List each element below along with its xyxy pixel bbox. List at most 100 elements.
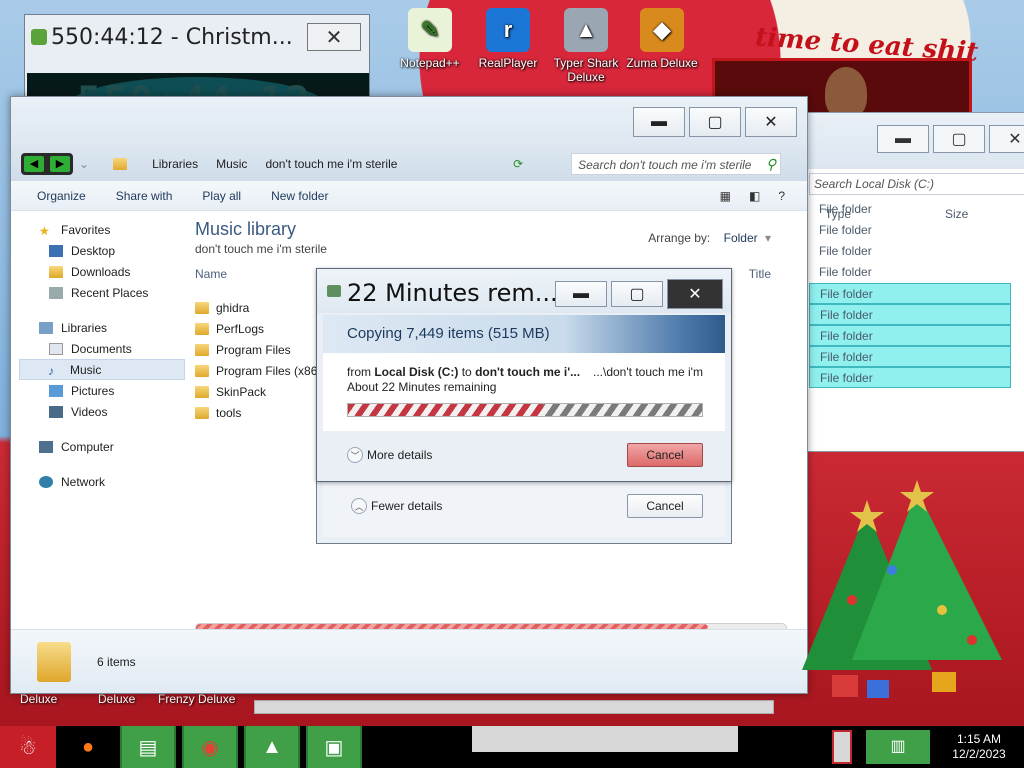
system-tray[interactable]: ▥ bbox=[866, 730, 930, 764]
preview-pane-icon[interactable]: ◧ bbox=[749, 189, 760, 203]
status-bar: 6 items bbox=[11, 629, 807, 693]
column-type[interactable]: Type bbox=[825, 207, 945, 232]
taskbar-chrome[interactable]: ◉ bbox=[182, 726, 238, 768]
desktop-icon-notepadpp[interactable]: ✎ Notepad++ bbox=[392, 8, 468, 70]
organize-menu[interactable]: Organize bbox=[37, 189, 86, 203]
desktop-icon-label[interactable]: Deluxe bbox=[20, 692, 57, 706]
close-button[interactable]: ✕ bbox=[307, 23, 361, 51]
file-row[interactable]: Program Files bbox=[195, 339, 321, 360]
share-with-menu[interactable]: Share with bbox=[116, 189, 173, 203]
nav-recent-places[interactable]: Recent Places bbox=[11, 282, 189, 303]
desktop-icon-realplayer[interactable]: r RealPlayer bbox=[470, 8, 546, 70]
file-row[interactable]: Program Files (x86) bbox=[195, 360, 321, 381]
view-options-icon[interactable]: ▦ bbox=[720, 189, 731, 203]
nav-videos[interactable]: Videos bbox=[11, 401, 189, 422]
explorer-titlebar[interactable]: ▬ ▢ ✕ bbox=[11, 97, 807, 147]
cancel-button[interactable]: Cancel bbox=[627, 443, 703, 467]
nav-label: Libraries bbox=[61, 320, 108, 335]
new-folder-button[interactable]: New folder bbox=[271, 189, 328, 203]
forward-icon[interactable]: ▶ bbox=[50, 156, 70, 172]
nav-libraries[interactable]: Libraries bbox=[11, 317, 189, 338]
desktop-icon-label: RealPlayer bbox=[478, 56, 538, 70]
cancel-button[interactable]: Cancel bbox=[627, 494, 703, 518]
desktop-icon-zuma[interactable]: ◆ Zuma Deluxe bbox=[624, 8, 700, 70]
nav-downloads[interactable]: Downloads bbox=[11, 261, 189, 282]
file-name: tools bbox=[216, 405, 242, 420]
arrange-dropdown[interactable]: Folder bbox=[724, 231, 758, 245]
taskbar-tree-app[interactable]: ▲ bbox=[244, 726, 300, 768]
history-dropdown-icon[interactable]: ⌄ bbox=[79, 157, 89, 171]
file-row[interactable]: ghidra bbox=[195, 297, 321, 318]
desktop-icon-typer-shark[interactable]: ▲ Typer Shark Deluxe bbox=[548, 8, 624, 84]
file-row[interactable]: File folder bbox=[809, 283, 1011, 304]
column-name[interactable]: Name bbox=[195, 267, 227, 288]
breadcrumb-item[interactable]: Libraries bbox=[152, 157, 198, 171]
search-input[interactable]: Search don't touch me i'm sterile ⚲ bbox=[571, 153, 782, 175]
folder-icon: ▤ bbox=[138, 736, 158, 759]
destination-link[interactable]: don't touch me i'... bbox=[475, 365, 580, 379]
desktop-icon-label[interactable]: Deluxe bbox=[98, 692, 135, 706]
folder-icon bbox=[195, 406, 209, 419]
file-row[interactable]: File folder bbox=[809, 367, 1011, 388]
file-row[interactable]: File folder bbox=[807, 241, 1024, 262]
maximize-button[interactable]: ▢ bbox=[933, 125, 985, 153]
desktop-icon-label[interactable]: Frenzy Deluxe bbox=[158, 692, 235, 706]
nav-network[interactable]: Network bbox=[11, 471, 189, 492]
desktop-icon bbox=[49, 244, 63, 257]
more-details-button[interactable]: ﹀ More details bbox=[347, 447, 432, 463]
ornament bbox=[847, 595, 857, 605]
taskbar-empty-slot bbox=[472, 726, 738, 752]
play-all-button[interactable]: Play all bbox=[202, 189, 241, 203]
breadcrumb-item[interactable]: don't touch me i'm sterile bbox=[265, 157, 397, 171]
file-row[interactable]: File folder bbox=[809, 304, 1011, 325]
chrome-icon: ◉ bbox=[201, 736, 219, 759]
minimize-button[interactable]: ▬ bbox=[633, 107, 685, 137]
breadcrumb[interactable]: Libraries Music don't touch me i'm steri… bbox=[113, 152, 503, 176]
source-link[interactable]: Local Disk (C:) bbox=[374, 365, 458, 379]
help-icon[interactable]: ? bbox=[778, 189, 785, 203]
search-input[interactable]: Search Local Disk (C:) bbox=[809, 173, 1024, 195]
background-titlebar[interactable]: ▬ ▢ ✕ bbox=[807, 113, 1024, 169]
refresh-icon[interactable]: ⟳ bbox=[513, 157, 523, 171]
nav-music[interactable]: ♪ Music bbox=[19, 359, 185, 380]
column-size[interactable]: Size bbox=[945, 207, 968, 232]
file-name: SkinPack bbox=[216, 384, 267, 399]
taskbar-explorer[interactable]: ▤ bbox=[120, 726, 176, 768]
file-row[interactable]: SkinPack bbox=[195, 381, 321, 402]
close-button[interactable]: ✕ bbox=[745, 107, 797, 137]
show-hidden-icons[interactable] bbox=[832, 730, 852, 764]
fewer-details-button[interactable]: ︿ Fewer details bbox=[351, 498, 442, 514]
nav-label: Documents bbox=[71, 341, 132, 356]
navigation-pane: ★ Favorites Desktop Downloads Recent Plac… bbox=[11, 211, 189, 649]
file-row[interactable]: File folder bbox=[809, 346, 1011, 367]
christmas-tree-gadget bbox=[802, 480, 1002, 698]
taskbar-copy-app[interactable]: ▣ bbox=[306, 726, 362, 768]
minimize-button[interactable]: ▬ bbox=[877, 125, 929, 153]
nav-favorites[interactable]: ★ Favorites bbox=[11, 219, 189, 240]
search-icon[interactable]: ⚲ bbox=[766, 156, 776, 173]
file-row[interactable]: File folder bbox=[807, 262, 1024, 283]
nav-documents[interactable]: Documents bbox=[11, 338, 189, 359]
maximize-button[interactable]: ▢ bbox=[689, 107, 741, 137]
maximize-button[interactable]: ▢ bbox=[611, 281, 663, 307]
start-button[interactable]: ☃ bbox=[0, 726, 56, 768]
taskbar-clock[interactable]: 1:15 AM 12/2/2023 bbox=[934, 732, 1024, 762]
back-icon[interactable]: ◀ bbox=[24, 156, 44, 172]
nav-pictures[interactable]: Pictures bbox=[11, 380, 189, 401]
file-row[interactable]: File folder bbox=[809, 325, 1011, 346]
close-button[interactable]: ✕ bbox=[989, 125, 1024, 153]
taskbar-firefox[interactable]: ● bbox=[60, 726, 116, 768]
nav-desktop[interactable]: Desktop bbox=[11, 240, 189, 261]
file-row[interactable]: PerfLogs bbox=[195, 318, 321, 339]
file-row[interactable]: tools bbox=[195, 402, 321, 423]
folder-icon bbox=[195, 301, 209, 314]
minimize-button[interactable]: ▬ bbox=[555, 281, 607, 307]
close-icon: ✕ bbox=[325, 26, 343, 49]
column-title[interactable]: Title bbox=[749, 267, 771, 281]
nav-computer[interactable]: Computer bbox=[11, 436, 189, 457]
close-button[interactable]: ✕ bbox=[667, 279, 723, 309]
copy-dialog-titlebar[interactable]: 22 Minutes rem... ▬ ▢ ✕ bbox=[317, 269, 731, 313]
breadcrumb-item[interactable]: Music bbox=[216, 157, 247, 171]
desktop-icon-label: Zuma Deluxe bbox=[626, 56, 698, 70]
tree-icon: ▲ bbox=[262, 735, 282, 758]
